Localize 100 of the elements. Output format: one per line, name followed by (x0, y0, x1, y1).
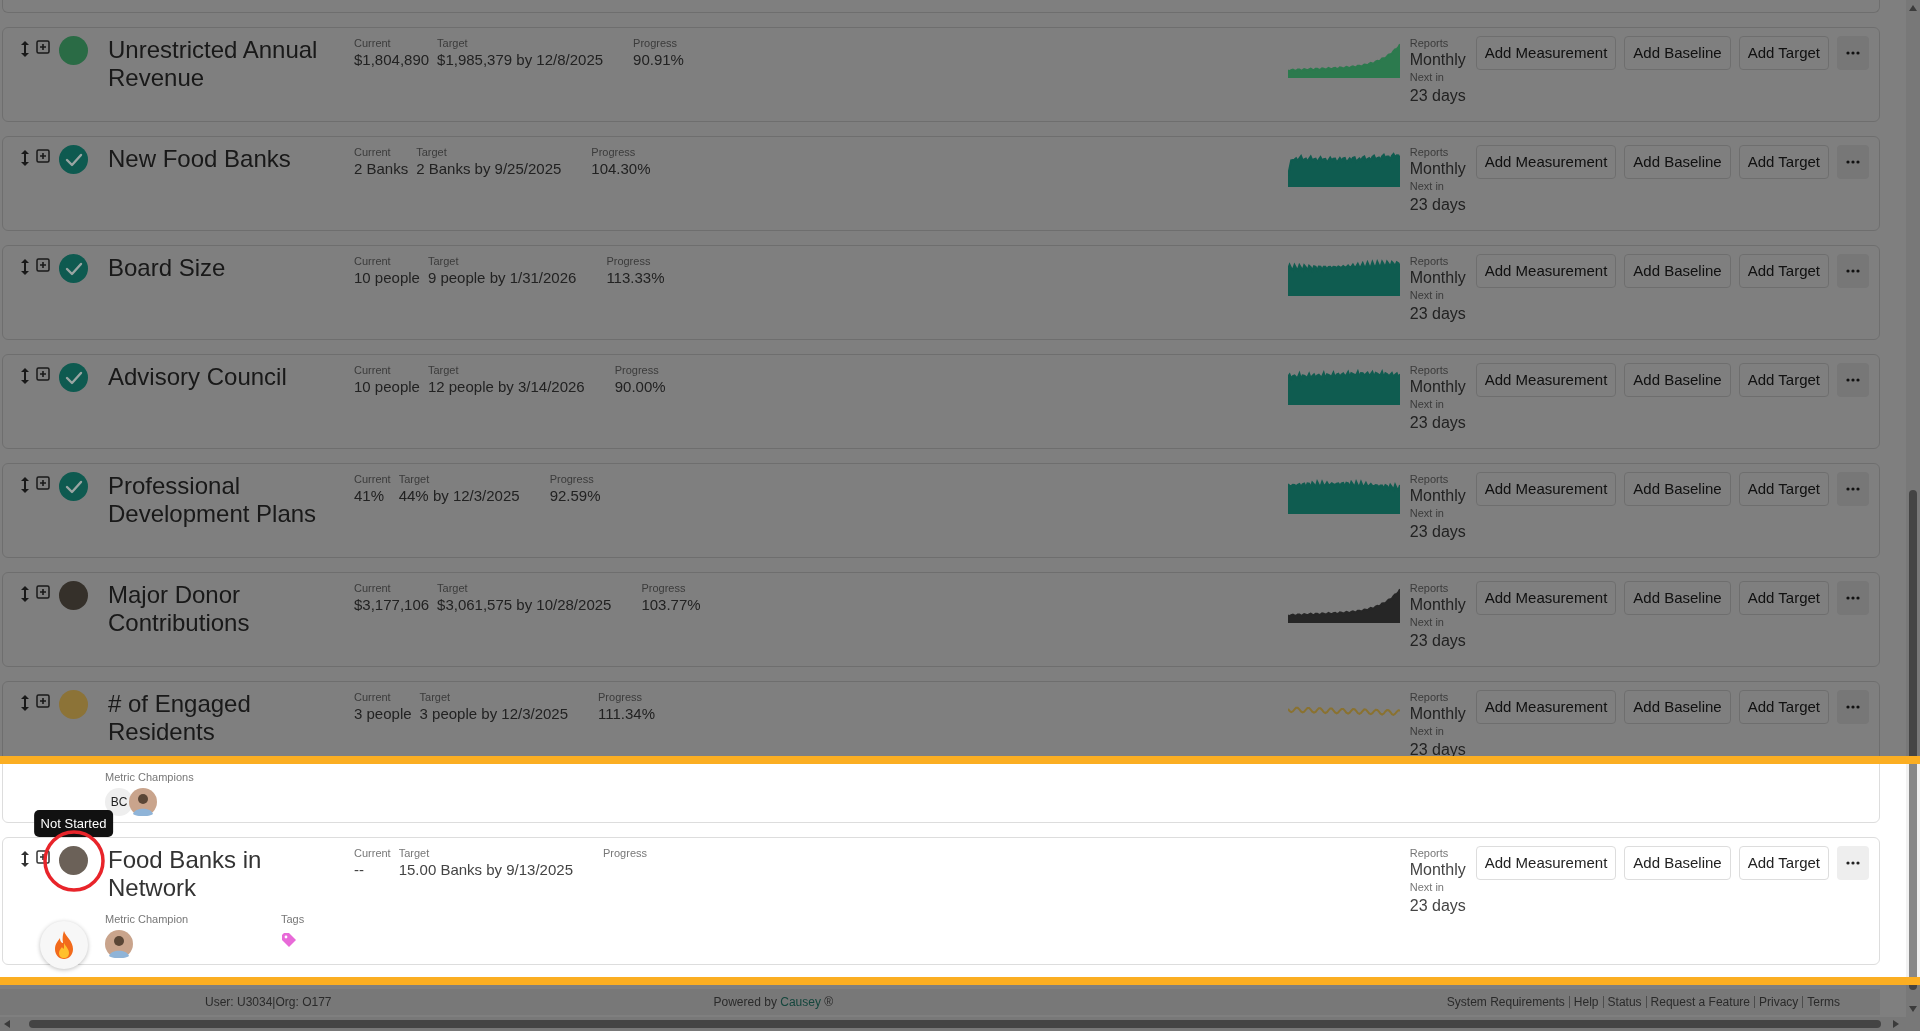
field-label: Reports (1409, 690, 1450, 704)
field-value: 92.59% (549, 486, 601, 506)
report-frequency: Monthly (1409, 704, 1467, 724)
next-report: 23 days (1409, 631, 1467, 651)
check-icon (64, 370, 83, 385)
field-value: $3,177,106 (354, 595, 430, 615)
more-button[interactable] (1837, 363, 1869, 397)
add-baseline-button[interactable]: Add Baseline (1624, 254, 1731, 288)
report-frequency: Monthly (1409, 268, 1467, 288)
add-baseline-button[interactable]: Add Baseline (1624, 846, 1731, 880)
status-indicator[interactable] (59, 472, 88, 501)
scrollbar-thumb[interactable] (1909, 490, 1917, 990)
add-target-button[interactable]: Add Target (1738, 36, 1829, 70)
user-info: User: U3034|Org: O177 (205, 994, 332, 1011)
field-label: Next in (1409, 70, 1445, 84)
vertical-scrollbar[interactable] (1906, 0, 1920, 1017)
field-label: Progress (633, 36, 679, 50)
field-label: Progress (591, 145, 637, 159)
field-value: 90.00% (614, 377, 666, 397)
add-measurement-button[interactable]: Add Measurement (1475, 145, 1617, 179)
add-baseline-button[interactable]: Add Baseline (1624, 145, 1731, 179)
add-target-button[interactable]: Add Target (1738, 363, 1829, 397)
scroll-left-icon[interactable] (3, 1019, 11, 1029)
add-measurement-button[interactable]: Add Measurement (1475, 846, 1617, 880)
add-measurement-button[interactable]: Add Measurement (1475, 254, 1617, 288)
metric-title: Unrestricted Annual Revenue (108, 36, 319, 92)
drag-handle-icon[interactable] (20, 149, 30, 167)
drag-handle-icon[interactable] (20, 367, 30, 385)
scroll-right-icon[interactable] (1892, 1019, 1900, 1029)
status-indicator[interactable] (59, 254, 88, 283)
more-button[interactable] (1837, 690, 1869, 724)
more-button[interactable] (1837, 145, 1869, 179)
status-indicator[interactable] (59, 846, 88, 875)
field-value: $1,985,379 by 12/8/2025 (437, 50, 604, 70)
footer-link[interactable]: Terms (1807, 993, 1840, 1011)
field-value: 2 Banks (354, 159, 409, 179)
status-indicator[interactable] (59, 581, 88, 610)
more-button[interactable] (1837, 254, 1869, 288)
drag-handle-icon[interactable] (20, 476, 30, 494)
powered-by: Powered by Causey ® (713, 994, 834, 1011)
add-target-button[interactable]: Add Target (1738, 581, 1829, 615)
add-target-button[interactable]: Add Target (1738, 690, 1829, 724)
more-button[interactable] (1837, 846, 1869, 880)
avatar (105, 930, 133, 958)
add-measurement-button[interactable]: Add Measurement (1475, 472, 1617, 506)
expand-icon[interactable] (36, 850, 50, 864)
field-label: Current (354, 581, 392, 595)
field-value: 9 people by 1/31/2026 (427, 268, 577, 288)
horizontal-scrollbar[interactable] (0, 1017, 1920, 1031)
field-value: 10 people (354, 377, 420, 397)
field-value: 103.77% (641, 595, 701, 615)
drag-handle-icon[interactable] (20, 585, 30, 603)
add-target-button[interactable]: Add Target (1738, 254, 1829, 288)
more-button[interactable] (1837, 472, 1869, 506)
drag-handle-icon[interactable] (20, 258, 30, 276)
field-label: Reports (1409, 363, 1450, 377)
add-baseline-button[interactable]: Add Baseline (1624, 472, 1731, 506)
add-baseline-button[interactable]: Add Baseline (1624, 581, 1731, 615)
drag-handle-icon[interactable] (20, 694, 30, 712)
add-measurement-button[interactable]: Add Measurement (1475, 581, 1617, 615)
add-measurement-button[interactable]: Add Measurement (1475, 363, 1617, 397)
field-label: Next in (1409, 179, 1445, 193)
field-label: Current (354, 254, 392, 268)
add-target-button[interactable]: Add Target (1738, 846, 1829, 880)
footer-link[interactable]: Help (1573, 993, 1599, 1011)
drag-handle-icon[interactable] (20, 850, 30, 868)
field-label: Current (354, 690, 392, 704)
more-button[interactable] (1837, 36, 1869, 70)
footer-link[interactable]: Request a Feature (1650, 993, 1750, 1011)
field-label: Next in (1409, 880, 1445, 894)
field-label: Target (419, 690, 452, 704)
footer-link[interactable]: Privacy (1759, 993, 1799, 1011)
add-target-button[interactable]: Add Target (1738, 145, 1829, 179)
field-label: Progress (603, 846, 648, 860)
add-target-button[interactable]: Add Target (1738, 472, 1829, 506)
scroll-down-icon[interactable] (1908, 1005, 1918, 1013)
more-icon (1846, 596, 1860, 600)
next-report: 23 days (1409, 304, 1467, 324)
field-label: Next in (1409, 288, 1445, 302)
add-measurement-button[interactable]: Add Measurement (1475, 690, 1617, 724)
field-label: Reports (1409, 472, 1450, 486)
field-value: 10 people (354, 268, 420, 288)
footer-link[interactable]: Status (1607, 993, 1642, 1011)
add-measurement-button[interactable]: Add Measurement (1475, 36, 1617, 70)
add-baseline-button[interactable]: Add Baseline (1624, 36, 1731, 70)
status-indicator[interactable] (59, 363, 88, 392)
footer-link[interactable]: System Requirements (1446, 993, 1565, 1011)
add-baseline-button[interactable]: Add Baseline (1624, 690, 1731, 724)
more-icon (1846, 378, 1860, 382)
add-baseline-button[interactable]: Add Baseline (1624, 363, 1731, 397)
scroll-up-icon[interactable] (1908, 4, 1918, 12)
report-frequency: Monthly (1409, 377, 1467, 397)
metric-title: Professional Development Plans (108, 472, 318, 528)
status-indicator[interactable] (59, 145, 88, 174)
field-value: 15.00 Banks by 9/13/2025 (398, 860, 573, 880)
more-button[interactable] (1837, 581, 1869, 615)
scrollbar-thumb[interactable] (29, 1020, 1881, 1028)
report-frequency: Monthly (1409, 50, 1467, 70)
brand-link[interactable]: Causey (780, 995, 821, 1009)
drag-handle-icon[interactable] (20, 40, 30, 58)
